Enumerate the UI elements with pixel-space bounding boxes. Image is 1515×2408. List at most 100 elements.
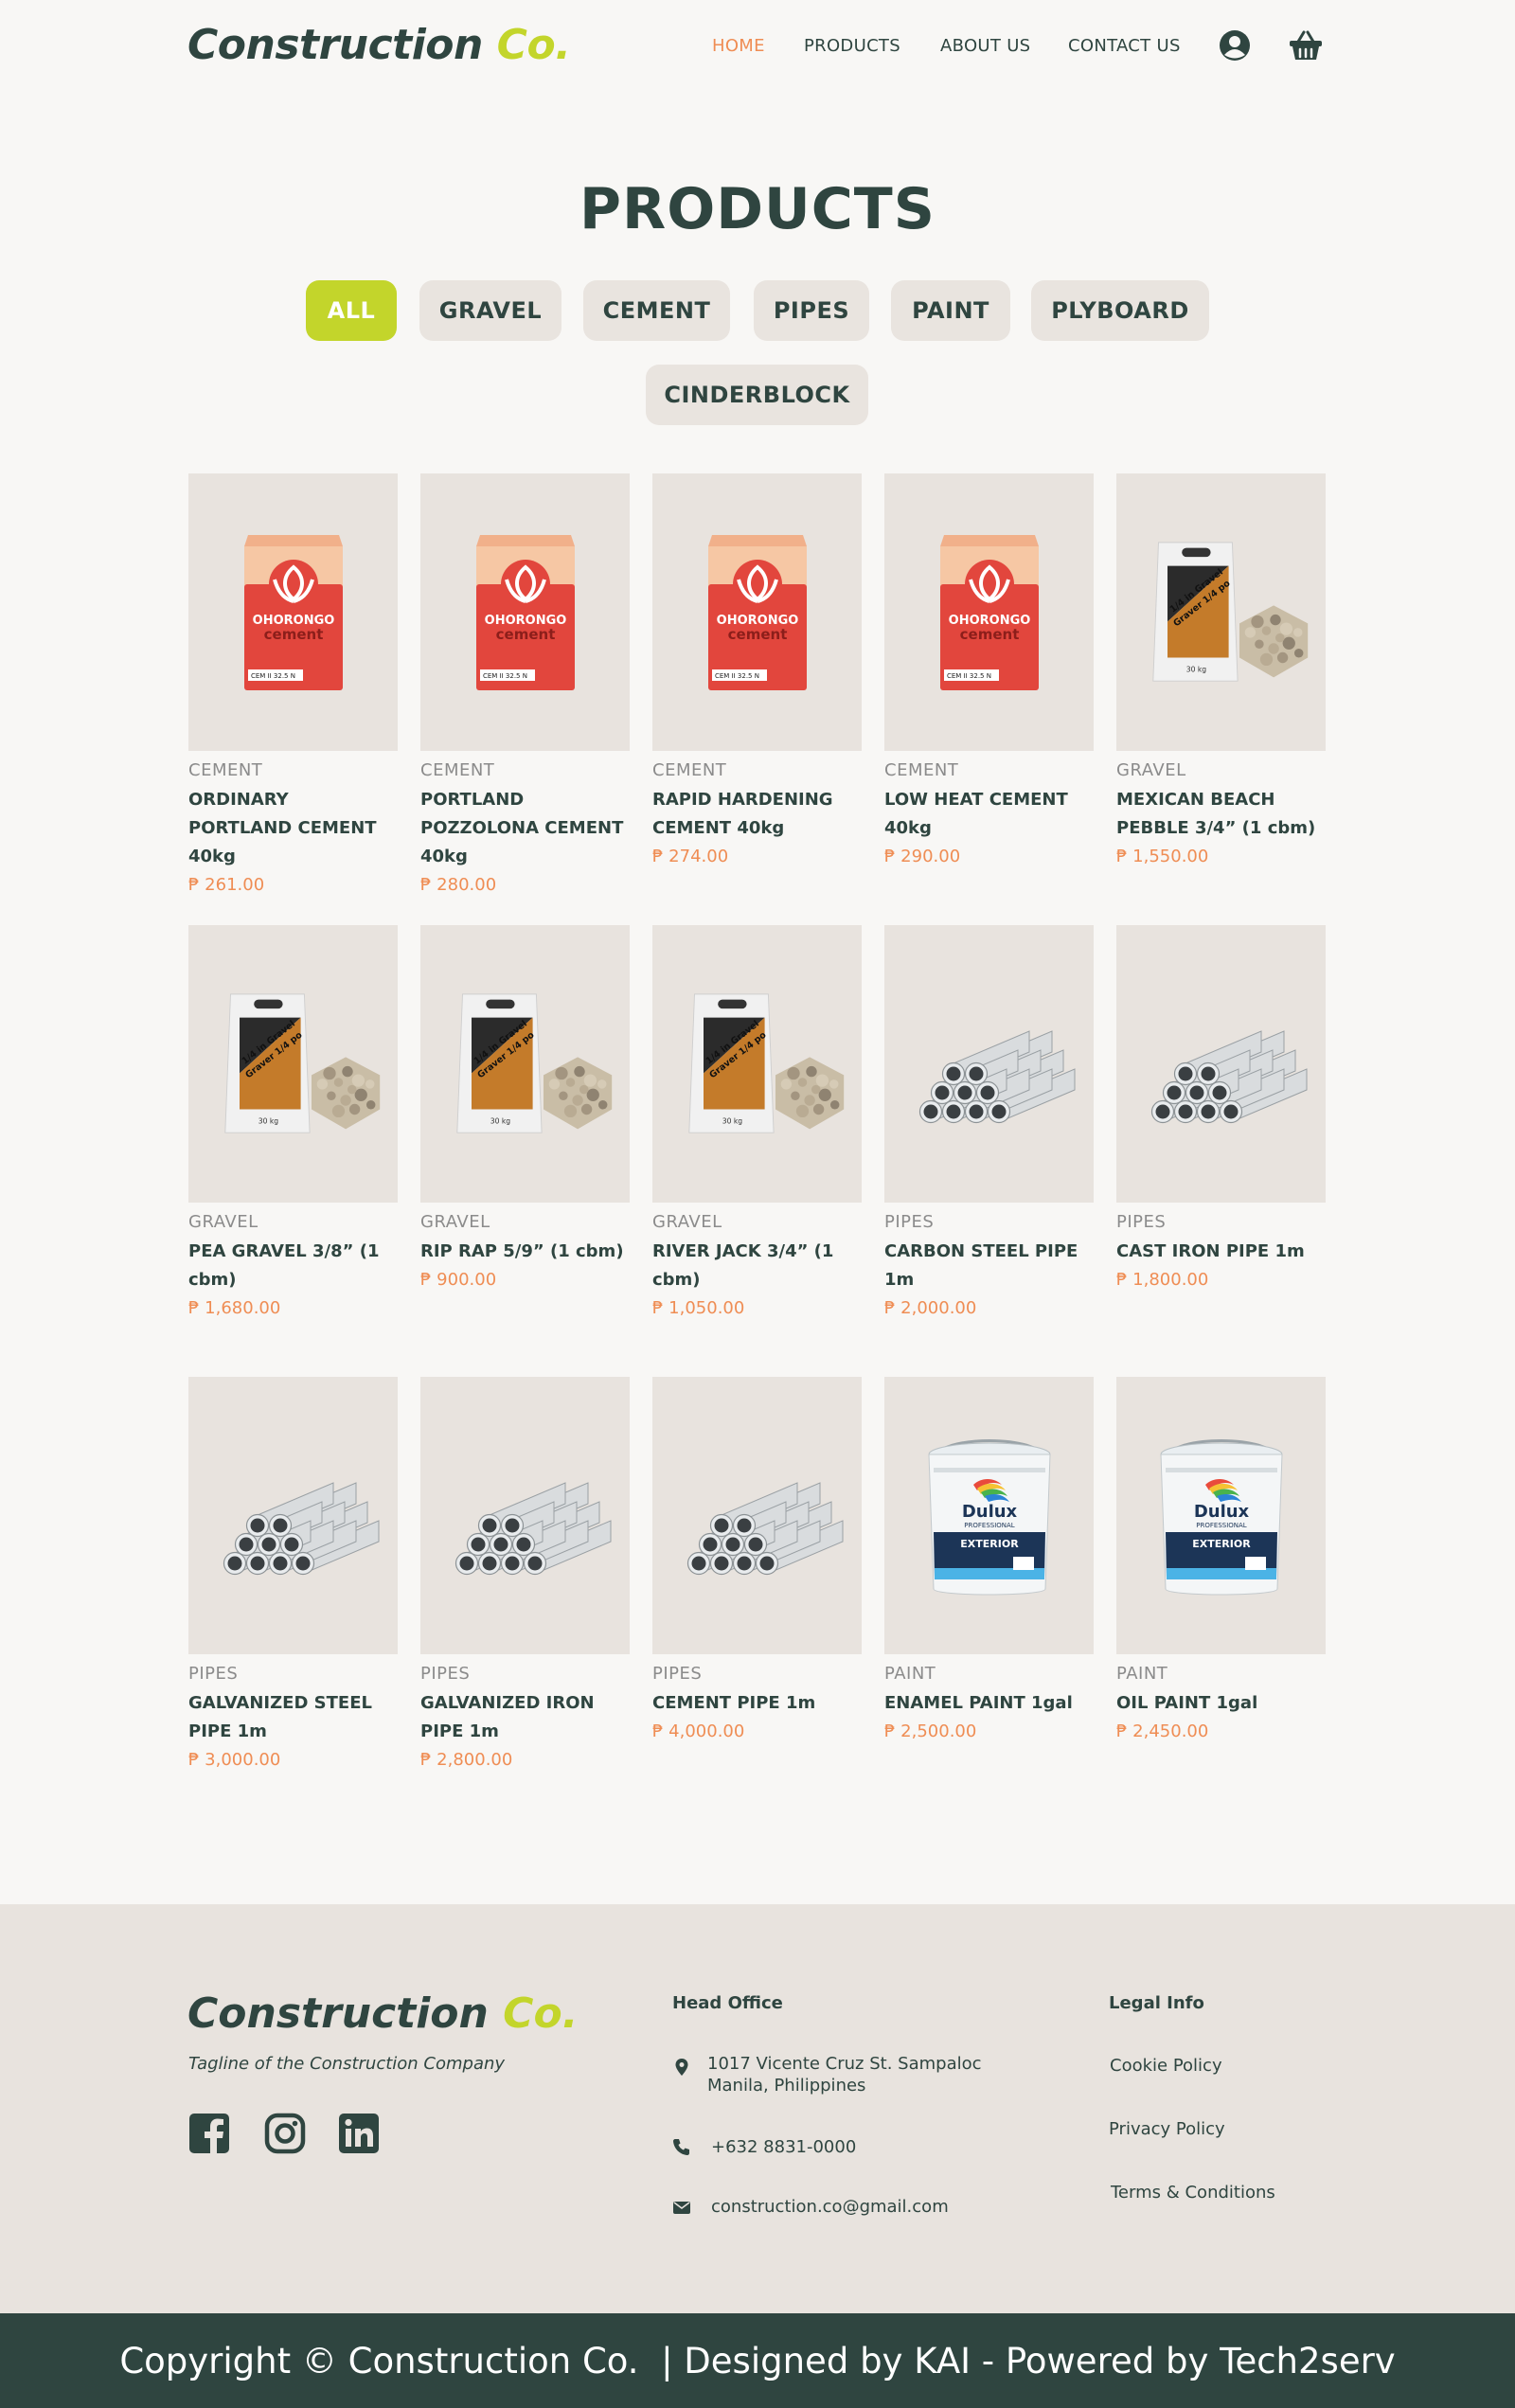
product-category: CEMENT [188,760,263,780]
instagram-icon[interactable] [264,2113,306,2154]
product-card[interactable]: PIPES GALVANIZED STEEL PIPE 1m ₱ 3,000.00 [188,1377,398,1775]
product-name[interactable]: GALVANIZED IRON PIPE 1m [420,1689,630,1746]
product-card[interactable]: OHORONGO cement CEM II 32.5 N CEMENT PORTLAN… [420,473,630,900]
product-name[interactable]: PEA GRAVEL 3/8” (1 cbm) [188,1238,398,1294]
product-card[interactable]: Dulux PROFESSIONAL EXTERIOR PAINT OIL PAINT … [1116,1377,1326,1746]
svg-text:30 kg: 30 kg [258,1116,277,1125]
site-header: Construction Co. HOME PRODUCTS ABOUT US … [0,0,1515,95]
product-name[interactable]: RIVER JACK 3/4” (1 cbm) [652,1238,862,1294]
product-price: ₱ 2,450.00 [1116,1721,1209,1741]
linkedin-icon[interactable] [338,2113,380,2154]
product-image[interactable] [652,1377,862,1654]
product-image[interactable]: OHORONGO cement CEM II 32.5 N [420,473,630,751]
filter-pipes[interactable]: PIPES [754,280,869,341]
product-image[interactable] [1116,925,1326,1203]
product-card[interactable]: OHORONGO cement CEM II 32.5 N CEMENT ORDINAR… [188,473,398,900]
location-pin-icon [672,2058,691,2077]
product-card[interactable]: PIPES CARBON STEEL PIPE 1m ₱ 2,000.00 [884,925,1094,1323]
main-nav: HOME PRODUCTS ABOUT US CONTACT US [0,36,1515,59]
shopping-basket-icon[interactable] [1289,28,1323,62]
product-category: GRAVEL [420,1212,490,1232]
product-price: ₱ 274.00 [652,847,729,866]
svg-text:cement: cement [495,626,555,643]
email-icon [672,2198,691,2217]
product-image[interactable] [420,1377,630,1654]
product-price: ₱ 261.00 [188,875,265,895]
product-price: ₱ 1,550.00 [1116,847,1209,866]
product-image[interactable]: 1/4 in Gravel Graver 1/4 po 30 kg [188,925,398,1203]
product-image[interactable]: Dulux PROFESSIONAL EXTERIOR [884,1377,1094,1654]
svg-text:EXTERIOR: EXTERIOR [960,1538,1019,1550]
product-image[interactable] [884,925,1094,1203]
product-name[interactable]: CEMENT PIPE 1m [652,1689,862,1718]
product-image[interactable]: OHORONGO cement CEM II 32.5 N [652,473,862,751]
product-card[interactable]: PIPES CEMENT PIPE 1m ₱ 4,000.00 [652,1377,862,1746]
footer-logo-brand: Construction [187,1989,489,2038]
cookie-policy-link[interactable]: Cookie Policy [1110,2056,1222,2076]
nav-about-us[interactable]: ABOUT US [940,36,1030,56]
email-address[interactable]: construction.co@gmail.com [711,2196,949,2218]
footer-logo[interactable]: Construction Co. [187,1989,578,2038]
product-price: ₱ 1,680.00 [188,1298,281,1318]
product-category: PIPES [652,1664,703,1684]
product-card[interactable]: OHORONGO cement CEM II 32.5 N CEMENT RAPID H… [652,473,862,871]
product-card[interactable]: OHORONGO cement CEM II 32.5 N CEMENT LOW HEA… [884,473,1094,871]
product-name[interactable]: RIP RAP 5/9” (1 cbm) [420,1238,630,1266]
product-image[interactable]: 1/4 in Gravel Graver 1/4 po 30 kg [1116,473,1326,751]
product-category: CEMENT [884,760,959,780]
product-name[interactable]: OIL PAINT 1gal [1116,1689,1326,1718]
product-image[interactable]: Dulux PROFESSIONAL EXTERIOR [1116,1377,1326,1654]
svg-text:cement: cement [727,626,787,643]
svg-text:CEM II 32.5 N: CEM II 32.5 N [947,672,991,680]
product-price: ₱ 3,000.00 [188,1750,281,1770]
product-image[interactable] [188,1377,398,1654]
product-image[interactable]: 1/4 in Gravel Graver 1/4 po 30 kg [420,925,630,1203]
nav-home[interactable]: HOME [712,36,765,56]
product-name[interactable]: CAST IRON PIPE 1m [1116,1238,1326,1266]
copyright-bar: Copyright © Construction Co. | Designed … [0,2313,1515,2408]
filter-paint[interactable]: PAINT [891,280,1010,341]
product-price: ₱ 2,000.00 [884,1298,977,1318]
filter-all[interactable]: ALL [306,280,397,341]
filter-gravel[interactable]: GRAVEL [419,280,561,341]
svg-text:CEM II 32.5 N: CEM II 32.5 N [251,672,295,680]
product-name[interactable]: PORTLAND POZZOLONA CEMENT 40kg [420,786,630,871]
svg-text:cement: cement [263,626,323,643]
product-name[interactable]: RAPID HARDENING CEMENT 40kg [652,786,862,843]
product-card[interactable]: 1/4 in Gravel Graver 1/4 po 30 kg GRAVEL MEX… [1116,473,1326,871]
product-name[interactable]: LOW HEAT CEMENT 40kg [884,786,1094,843]
product-name[interactable]: MEXICAN BEACH PEBBLE 3/4” (1 cbm) [1116,786,1326,843]
product-image[interactable]: OHORONGO cement CEM II 32.5 N [188,473,398,751]
filter-plyboard[interactable]: PLYBOARD [1031,280,1209,341]
product-category: PIPES [188,1664,239,1684]
privacy-policy-link[interactable]: Privacy Policy [1109,2119,1225,2139]
product-name[interactable]: GALVANIZED STEEL PIPE 1m [188,1689,398,1746]
product-price: ₱ 1,800.00 [1116,1270,1209,1290]
product-category: CEMENT [420,760,495,780]
filter-cinderblock[interactable]: CINDERBLOCK [646,365,868,425]
svg-text:CEM II 32.5 N: CEM II 32.5 N [483,672,527,680]
nav-products[interactable]: PRODUCTS [804,36,900,56]
nav-contact-us[interactable]: CONTACT US [1068,36,1181,56]
footer-logo-co: Co. [503,1989,579,2038]
product-category: CEMENT [652,760,727,780]
facebook-icon[interactable] [188,2113,230,2154]
terms-conditions-link[interactable]: Terms & Conditions [1111,2183,1275,2203]
phone-number[interactable]: +632 8831-0000 [711,2136,856,2158]
product-name[interactable]: CARBON STEEL PIPE 1m [884,1238,1094,1294]
product-card[interactable]: 1/4 in Gravel Graver 1/4 po 30 kg GRAVEL RIV… [652,925,862,1323]
filter-cement[interactable]: CEMENT [583,280,730,341]
product-card[interactable]: PIPES CAST IRON PIPE 1m ₱ 1,800.00 [1116,925,1326,1294]
product-name[interactable]: ENAMEL PAINT 1gal [884,1689,1094,1718]
product-price: ₱ 2,500.00 [884,1721,977,1741]
site-footer: Construction Co. Tagline of the Construc… [0,1904,1515,2313]
product-price: ₱ 280.00 [420,875,497,895]
product-card[interactable]: 1/4 in Gravel Graver 1/4 po 30 kg GRAVEL PEA… [188,925,398,1323]
product-card[interactable]: Dulux PROFESSIONAL EXTERIOR PAINT ENAMEL PAI… [884,1377,1094,1746]
product-image[interactable]: 1/4 in Gravel Graver 1/4 po 30 kg [652,925,862,1203]
product-card[interactable]: 1/4 in Gravel Graver 1/4 po 30 kg GRAVEL RIP… [420,925,630,1294]
product-image[interactable]: OHORONGO cement CEM II 32.5 N [884,473,1094,751]
product-name[interactable]: ORDINARY PORTLAND CEMENT 40kg [188,786,398,871]
user-account-icon[interactable] [1218,28,1252,62]
product-card[interactable]: PIPES GALVANIZED IRON PIPE 1m ₱ 2,800.00 [420,1377,630,1775]
